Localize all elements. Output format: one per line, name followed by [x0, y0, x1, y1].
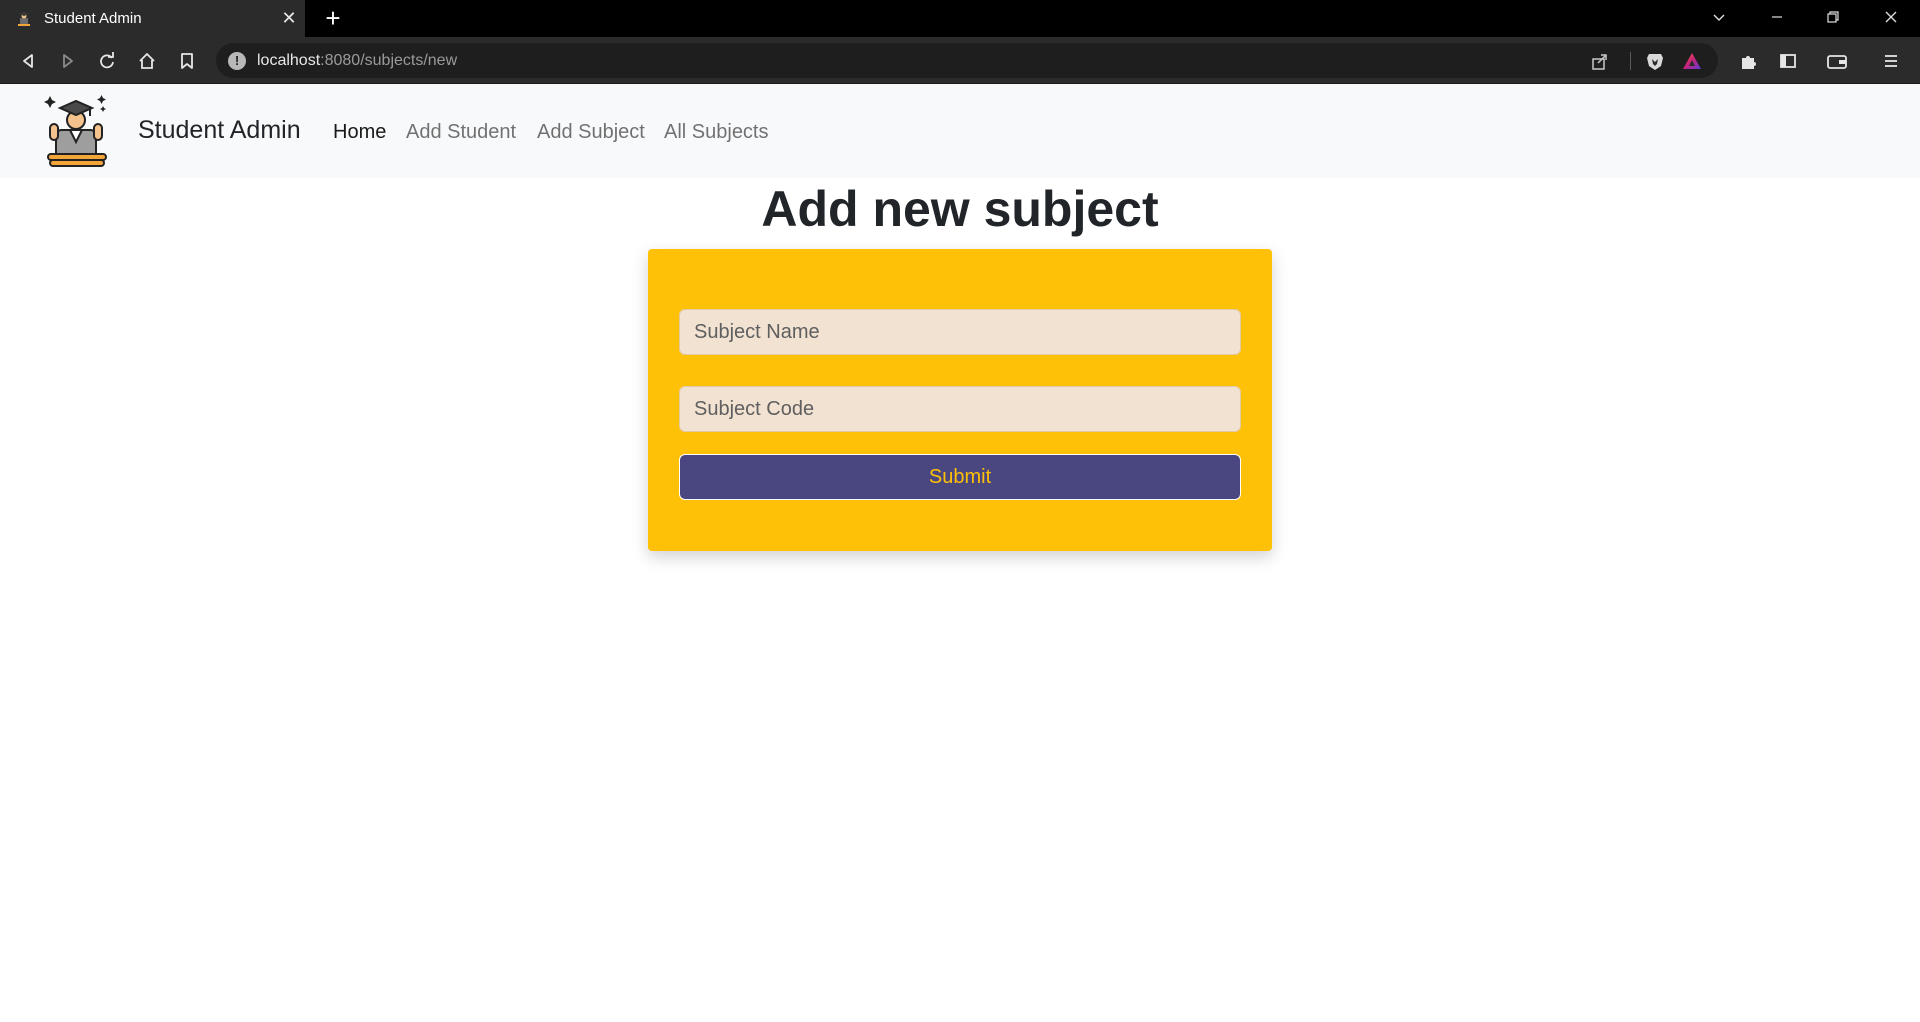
sidebar-icon[interactable]	[1775, 48, 1801, 74]
back-arrow-icon[interactable]	[15, 48, 41, 74]
nav-link-home[interactable]: Home	[333, 121, 386, 144]
subject-code-input[interactable]	[679, 386, 1241, 432]
nav-link-all-subjects[interactable]: All Subjects	[664, 121, 769, 144]
add-subject-form: Submit	[648, 249, 1272, 551]
graduate-student-logo[interactable]	[44, 94, 108, 168]
restore-icon[interactable]	[1818, 6, 1848, 30]
url-divider	[1630, 52, 1631, 70]
brand-name[interactable]: Student Admin	[138, 116, 301, 145]
tab-search-chevron-icon[interactable]	[1704, 6, 1734, 30]
close-window-icon[interactable]	[1876, 6, 1906, 30]
home-icon[interactable]	[134, 48, 160, 74]
puzzle-icon[interactable]	[1735, 48, 1761, 74]
page-title: Add new subject	[761, 181, 1159, 237]
rewards-triangle-icon[interactable]	[1681, 51, 1703, 76]
forward-arrow-icon[interactable]	[55, 48, 81, 74]
bookmark-icon[interactable]	[174, 48, 200, 74]
reload-icon[interactable]	[94, 48, 120, 74]
submit-button[interactable]: Submit	[679, 454, 1241, 500]
brave-lion-icon[interactable]	[1644, 50, 1666, 77]
browser-tabbar: Student Admin ✕ +	[0, 0, 1920, 37]
browser-toolbar: ! localhost:8080/subjects/new	[0, 37, 1920, 84]
address-bar[interactable]: ! localhost:8080/subjects/new	[216, 43, 1718, 78]
minimize-icon[interactable]	[1762, 6, 1792, 30]
tab-title: Student Admin	[44, 10, 142, 27]
url-host: localhost	[257, 52, 321, 69]
browser-tab[interactable]: Student Admin ✕	[0, 0, 305, 37]
site-navbar: Student Admin Home Add Student Add Subje…	[0, 84, 1920, 178]
info-icon[interactable]: !	[228, 52, 246, 70]
wallet-icon[interactable]	[1824, 48, 1850, 74]
graduate-icon	[18, 12, 30, 26]
url-text[interactable]: localhost:8080/subjects/new	[257, 52, 457, 70]
nav-link-add-student[interactable]: Add Student	[406, 121, 516, 144]
nav-link-add-subject[interactable]: Add Subject	[537, 121, 645, 144]
url-path: :8080/subjects/new	[320, 52, 458, 69]
hamburger-menu-icon[interactable]	[1878, 48, 1904, 74]
subject-name-input[interactable]	[679, 309, 1241, 355]
share-icon[interactable]	[1590, 51, 1610, 76]
new-tab-icon[interactable]: +	[321, 5, 345, 31]
close-tab-icon[interactable]: ✕	[280, 9, 298, 27]
